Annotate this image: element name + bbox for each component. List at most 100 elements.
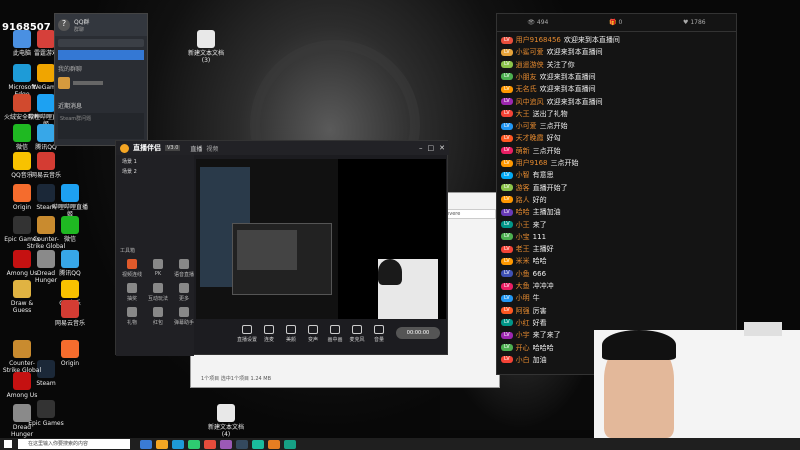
desktop-icon[interactable]: 哔哩哔哩直播姬 bbox=[50, 184, 90, 218]
desktop-icon[interactable]: 腾讯QQ bbox=[50, 250, 90, 277]
level-badge: LV bbox=[501, 159, 513, 167]
chat-username[interactable]: 小鱼 bbox=[516, 269, 530, 279]
chat-line: LV 无名氏 欢迎来到本直播间 bbox=[501, 83, 596, 95]
tool-button[interactable]: 红包 bbox=[146, 307, 170, 326]
scene-item[interactable]: 场景 2 bbox=[122, 168, 188, 175]
chat-username[interactable]: 游客 bbox=[516, 183, 530, 193]
start-live-button[interactable]: 00:00:00 bbox=[396, 327, 440, 339]
taskbar-search-input[interactable]: 在这里输入你要搜索的内容 bbox=[18, 439, 130, 449]
control-icon bbox=[286, 325, 296, 334]
tool-icon bbox=[179, 283, 189, 293]
chat-username[interactable]: 阿强 bbox=[516, 306, 530, 316]
chat-username[interactable]: 老王 bbox=[516, 244, 530, 254]
control-button[interactable]: 画中画 bbox=[324, 325, 346, 343]
desktop-icon[interactable]: Draw & Guess bbox=[2, 280, 42, 314]
scene-item[interactable]: 场景 1 bbox=[122, 158, 188, 165]
text-file-icon bbox=[197, 30, 215, 48]
tool-icon bbox=[127, 283, 137, 293]
chat-username[interactable]: 小宝 bbox=[516, 232, 530, 242]
taskbar-app-icon[interactable] bbox=[188, 440, 200, 449]
close-icon[interactable]: ✕ bbox=[439, 144, 445, 152]
chat-username[interactable]: 小朋友 bbox=[516, 72, 537, 82]
chat-username[interactable]: 哈哈 bbox=[516, 207, 530, 217]
chat-username[interactable]: 小明 bbox=[516, 293, 530, 303]
control-button[interactable]: 连麦 bbox=[258, 325, 280, 343]
chat-username[interactable]: 小红 bbox=[516, 318, 530, 328]
chat-message: 欢迎来到本直播间 bbox=[546, 48, 603, 57]
tool-icon bbox=[127, 259, 137, 269]
chat-username[interactable]: 萌新 bbox=[516, 146, 530, 156]
tab-video[interactable]: 视频 bbox=[206, 144, 218, 153]
qq-subtitle: 群聊 bbox=[74, 27, 85, 33]
qq-message-box[interactable]: Steam群问题 bbox=[58, 113, 144, 139]
chat-username[interactable]: 风中追风 bbox=[516, 97, 544, 107]
chat-username[interactable]: 小白 bbox=[516, 355, 530, 365]
app-icon bbox=[37, 30, 55, 48]
maximize-icon[interactable]: □ bbox=[428, 144, 435, 152]
tool-button[interactable]: 礼物 bbox=[120, 307, 144, 326]
chat-line: LV 大王 送出了礼物 bbox=[501, 108, 568, 120]
app-icon bbox=[37, 94, 55, 112]
desktop-icon[interactable]: 网易云音乐 bbox=[50, 300, 90, 327]
app-icon bbox=[61, 216, 79, 234]
chat-username[interactable]: 小王 bbox=[516, 220, 530, 230]
tool-button[interactable]: 视频连线 bbox=[120, 259, 144, 278]
chat-username[interactable]: 用户9168456 bbox=[516, 35, 561, 45]
control-button[interactable]: 变声 bbox=[302, 325, 324, 343]
tool-button[interactable]: 弹幕助手 bbox=[172, 307, 196, 326]
chat-username[interactable]: 开心 bbox=[516, 343, 530, 353]
level-badge: LV bbox=[501, 356, 513, 364]
taskbar-app-icon[interactable] bbox=[204, 440, 216, 449]
taskbar-app-icon[interactable] bbox=[156, 440, 168, 449]
desktop-icon[interactable]: Dread Hunger bbox=[2, 404, 42, 438]
taskbar-app-icon[interactable] bbox=[252, 440, 264, 449]
chat-username[interactable]: 小鲨可爱 bbox=[516, 47, 544, 57]
explorer-search-input[interactable]: Severe bbox=[441, 209, 496, 219]
chat-username[interactable]: 天才晚霞 bbox=[516, 133, 544, 143]
qq-selected-row[interactable] bbox=[58, 50, 144, 60]
chat-username[interactable]: 小智 bbox=[516, 170, 530, 180]
tool-button[interactable]: 抽奖 bbox=[120, 283, 144, 302]
taskbar-app-icon[interactable] bbox=[268, 440, 280, 449]
qq-group-item[interactable] bbox=[55, 77, 147, 89]
level-badge: LV bbox=[501, 36, 513, 44]
chat-line: LV 小红 好看 bbox=[501, 317, 547, 329]
desktop-icon[interactable]: 微信 bbox=[50, 216, 90, 243]
chat-username[interactable]: 逍遥游侠 bbox=[516, 60, 544, 70]
help-icon[interactable]: ? bbox=[58, 19, 70, 31]
tool-button[interactable]: PK bbox=[146, 259, 170, 277]
control-button[interactable]: 美颜 bbox=[280, 325, 302, 343]
control-button[interactable]: 音量 bbox=[368, 325, 390, 343]
chat-username[interactable]: 米米 bbox=[516, 256, 530, 266]
desktop-icon[interactable]: 网易云音乐 bbox=[26, 152, 66, 179]
qq-group-header: 我的群聊 bbox=[58, 66, 83, 73]
start-icon[interactable] bbox=[4, 440, 12, 448]
control-button[interactable]: 麦克风 bbox=[346, 325, 368, 343]
chat-username[interactable]: 小可爱 bbox=[516, 121, 537, 131]
minimize-icon[interactable]: – bbox=[419, 144, 423, 152]
chat-line: LV 哈哈 主播加油 bbox=[501, 206, 561, 218]
desktop-file-icon-2[interactable]: 新建文本文档 (4) bbox=[206, 404, 246, 438]
chat-username[interactable]: 大王 bbox=[516, 109, 530, 119]
chat-username[interactable]: 路人 bbox=[516, 195, 530, 205]
qq-search-input[interactable] bbox=[58, 39, 144, 47]
chat-username[interactable]: 用户9168 bbox=[516, 158, 548, 168]
taskbar-app-icon[interactable] bbox=[284, 440, 296, 449]
taskbar-app-icon[interactable] bbox=[172, 440, 184, 449]
taskbar-app-icon[interactable] bbox=[220, 440, 232, 449]
desktop-icon[interactable]: Among Us bbox=[2, 372, 42, 399]
control-button[interactable]: 直播设置 bbox=[236, 325, 258, 343]
taskbar-app-icon[interactable] bbox=[140, 440, 152, 449]
tool-button[interactable]: 更多 bbox=[172, 283, 196, 302]
chat-username[interactable]: 小宇 bbox=[516, 330, 530, 340]
app-logo-icon bbox=[120, 143, 129, 153]
tool-button[interactable]: 互动玩法 bbox=[146, 283, 170, 302]
chat-username[interactable]: 大鱼 bbox=[516, 281, 530, 291]
desktop-file-icon[interactable]: 新建文本文档 (3) bbox=[186, 30, 226, 64]
qq-title: QQ群 bbox=[74, 19, 90, 26]
chat-username[interactable]: 无名氏 bbox=[516, 84, 537, 94]
taskbar-app-icon[interactable] bbox=[236, 440, 248, 449]
tab-live[interactable]: 直播 bbox=[190, 144, 202, 153]
tool-button[interactable]: 语音直播 bbox=[172, 259, 196, 278]
desktop-icon-label: Dread Hunger bbox=[10, 424, 34, 438]
